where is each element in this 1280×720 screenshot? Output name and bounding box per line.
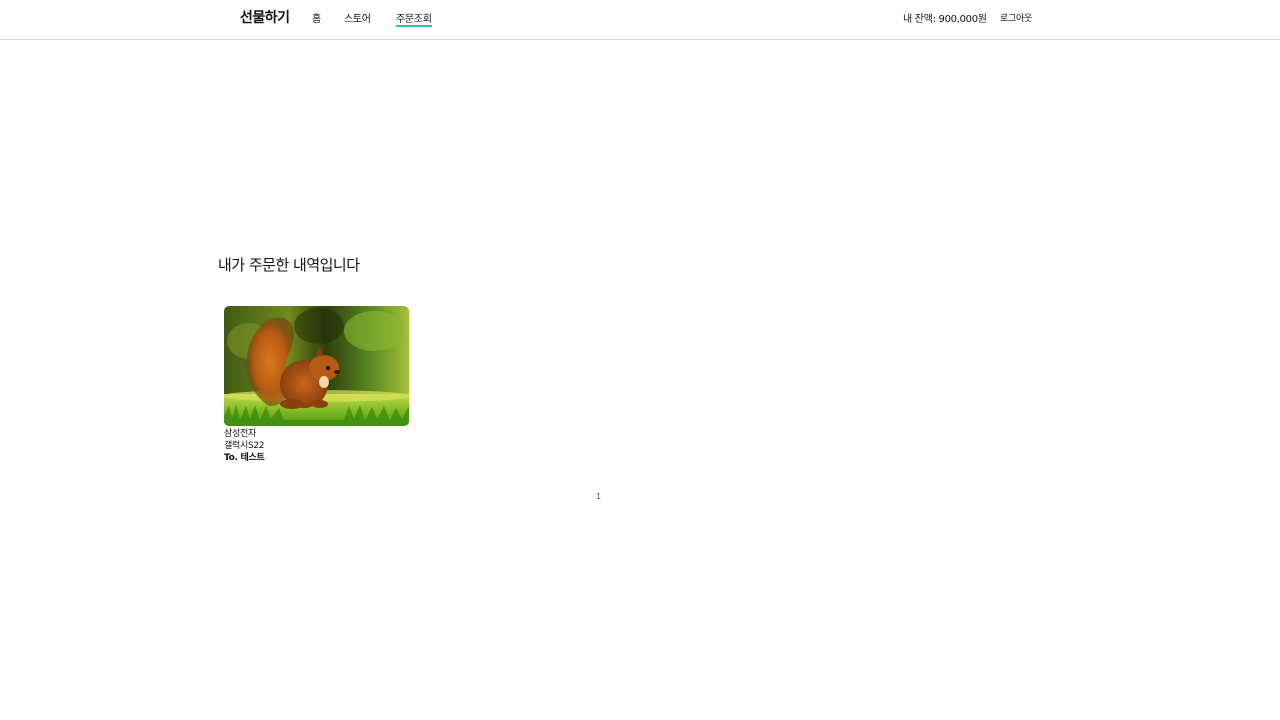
logout-button[interactable]: 로그아웃 xyxy=(1000,11,1032,24)
nav-order-lookup[interactable]: 주문조회 xyxy=(396,10,432,27)
order-product-name: 갤럭시S22 xyxy=(224,441,265,451)
order-card[interactable]: 삼성전자 갤럭시S22 To. 테스트 xyxy=(224,306,409,464)
order-brand: 삼성전자 xyxy=(224,429,256,439)
balance-text: 내 잔액: 900,000원 xyxy=(903,14,987,25)
top-navigation-bar: 선물하기 홈 스토어 주문조회 내 잔액: 900,000원 로그아웃 xyxy=(0,0,1280,40)
pagination-page-1[interactable]: 1 xyxy=(596,492,601,501)
order-recipient: To. 테스트 xyxy=(224,453,265,463)
nav-store[interactable]: 스토어 xyxy=(344,10,371,25)
squirrel-photo xyxy=(224,306,409,426)
nav-home[interactable]: 홈 xyxy=(312,10,321,25)
page-title: 내가 주문한 내역입니다 xyxy=(218,256,360,274)
brand-logo[interactable]: 선물하기 xyxy=(240,7,290,27)
